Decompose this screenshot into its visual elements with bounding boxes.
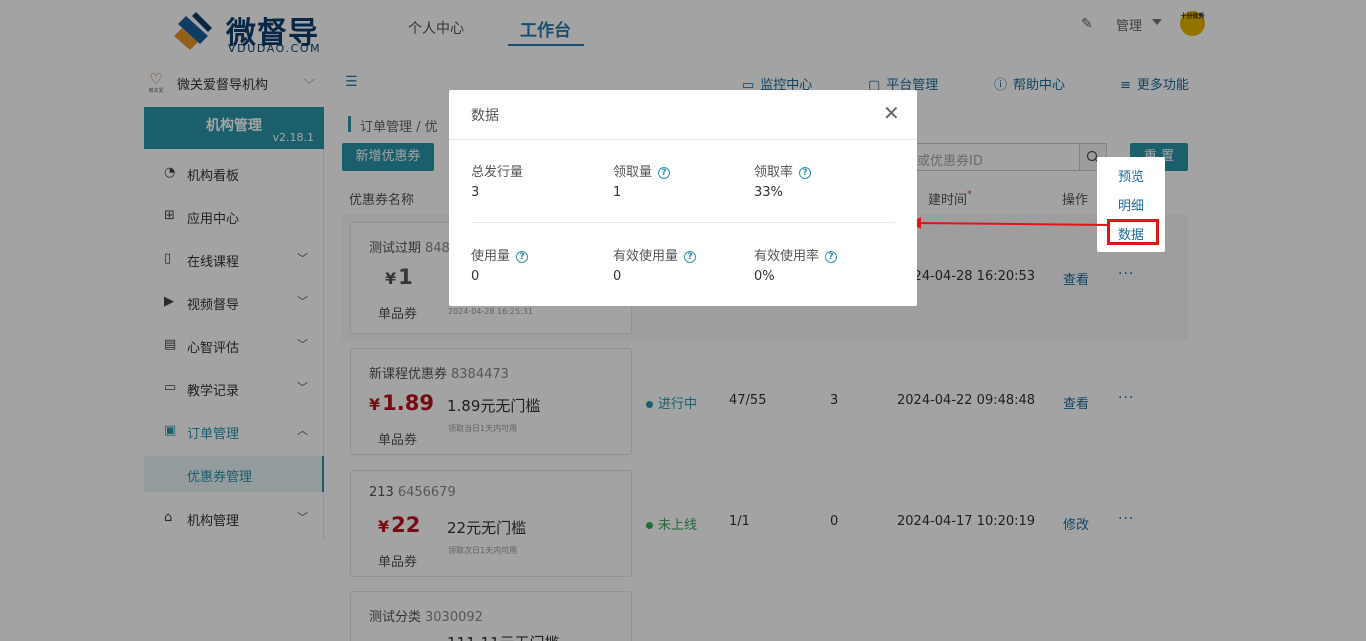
modal-divider [471, 222, 895, 223]
stat-claimed: 领取量? 1 [613, 161, 753, 200]
stat-value: 0% [754, 269, 775, 284]
stat-label-text: 领取率 [754, 165, 794, 180]
help-icon[interactable]: ? [799, 167, 812, 179]
close-icon[interactable]: ✕ [883, 103, 900, 123]
stat-claim-rate: 领取率? 33% [754, 161, 894, 200]
help-icon[interactable]: ? [658, 167, 671, 179]
stat-effective-used: 有效使用量? 0 [613, 245, 753, 284]
help-icon[interactable]: ? [825, 251, 838, 263]
stat-label-text: 有效使用率 [754, 249, 820, 264]
stat-value: 1 [613, 185, 622, 200]
help-icon[interactable]: ? [516, 251, 529, 263]
stat-value: 0 [613, 269, 622, 284]
stat-label: 总发行量 [471, 161, 611, 180]
stat-value: 33% [754, 185, 783, 200]
stat-label: 有效使用量? [613, 245, 753, 264]
modal-title: 数据 [471, 108, 499, 124]
dropdown-item-preview[interactable]: 预览 [1097, 166, 1165, 185]
stat-total-issued: 总发行量 3 [471, 161, 611, 200]
stat-label-text: 领取量 [613, 165, 653, 180]
stat-label: 领取量? [613, 161, 753, 180]
stat-used: 使用量? 0 [471, 245, 611, 284]
modal-divider [449, 139, 917, 140]
stat-label-text: 总发行量 [471, 165, 524, 180]
stat-label-text: 使用量 [471, 249, 511, 264]
highlight-box [1107, 219, 1159, 245]
dropdown-item-detail[interactable]: 明细 [1097, 195, 1165, 214]
stat-label: 有效使用率? [754, 245, 894, 264]
stat-value: 3 [471, 185, 480, 200]
stat-label: 使用量? [471, 245, 611, 264]
stat-effective-use-rate: 有效使用率? 0% [754, 245, 894, 284]
data-modal: 数据 ✕ 总发行量 3 领取量? 1 领取率? 33% 使用量? 0 有效使用量… [449, 90, 917, 306]
stat-value: 0 [471, 269, 480, 284]
stat-label-text: 有效使用量 [613, 249, 679, 264]
stat-label: 领取率? [754, 161, 894, 180]
help-icon[interactable]: ? [684, 251, 697, 263]
